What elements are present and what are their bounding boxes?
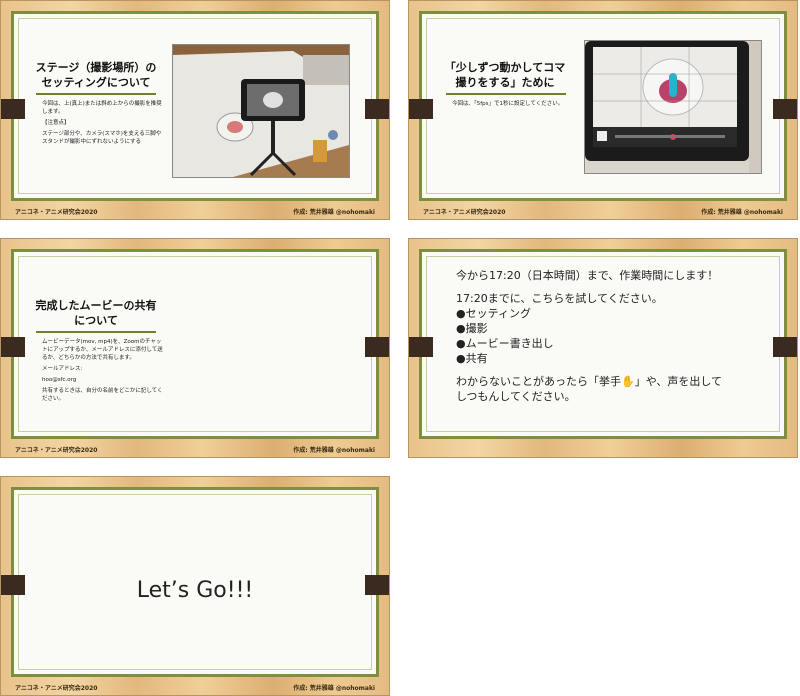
slide-3-body-line: メールアドレス:	[42, 366, 83, 372]
slide-3-body: ムービーデータ(mov, mp4)を、Zoomのチャットにアップするか、メールア…	[42, 338, 166, 406]
slide-5-title: Let’s Go!!!	[136, 578, 254, 603]
slide-4-thumbnail[interactable]: 今から17:20（日本時間）まで、作業時間にします！ 17:20までに、こちらを…	[408, 238, 798, 458]
slide-2-thumbnail[interactable]: 「少しずつ動かしてコマ 撮りをする」ために 今回は、「5fps」で1秒に設定して…	[408, 0, 798, 220]
slide-5-footer-left: アニコネ・アニメ研究会2020	[15, 685, 98, 692]
slide-5-clip-left	[1, 575, 25, 595]
slide-2-footer-left: アニコネ・アニメ研究会2020	[423, 209, 506, 216]
slide-4-line: しつもんしてください。	[456, 390, 576, 403]
slide-1-body-line: 今回は、上(真上)または斜め上からの撮影を推奨します。	[42, 101, 162, 115]
slide-3-title: 完成したムービーの共有 について	[35, 299, 157, 327]
slide-5-footer-right: 作成: 荒井雅雄 @nohomaki	[293, 685, 375, 692]
slide-3-body-line: ムービーデータ(mov, mp4)を、Zoomのチャットにアップするか、メールア…	[42, 339, 163, 361]
slide-4-frame: 今から17:20（日本時間）まで、作業時間にします！ 17:20までに、こちらを…	[419, 249, 787, 439]
slide-3-body-line: hoo@sfc.org	[42, 377, 77, 383]
slide-4-clip-left	[409, 337, 433, 357]
slide-1-clip-right	[365, 99, 389, 119]
slide-4-line: ●共有	[456, 352, 488, 365]
slide-3-frame: 完成したムービーの共有 について ムービーデータ(mov, mp4)を、Zoom…	[11, 249, 379, 439]
slide-2-title: 「少しずつ動かしてコマ 撮りをする」ために	[444, 61, 566, 89]
slide-2-footer-right: 作成: 荒井雅雄 @nohomaki	[701, 209, 783, 216]
slide-1-clip-left	[1, 99, 25, 119]
slide-4-line: わからないことがあったら「挙手✋」や、声を出して	[456, 375, 723, 388]
slide-2-body-line: 今回は、「5fps」で1秒に設定してください。	[452, 101, 564, 107]
slide-2-title-rule	[446, 93, 566, 95]
slide-5-clip-right	[365, 575, 389, 595]
slide-2-frame: 「少しずつ動かしてコマ 撮りをする」ために 今回は、「5fps」で1秒に設定して…	[419, 11, 787, 201]
slide-1-body-line: ステージ部分や、カメラ(スマホ)を支える三脚やスタンドが撮影中にずれないようにす…	[42, 131, 162, 145]
slide-1-footer-left: アニコネ・アニメ研究会2020	[15, 209, 98, 216]
slide-3-title-rule	[36, 331, 156, 333]
slide-3-body-line: 共有するときは、自分の名前をどこかに記してください。	[42, 388, 163, 402]
slide-3-footer-right: 作成: 荒井雅雄 @nohomaki	[293, 447, 375, 454]
slide-4-line	[456, 366, 776, 374]
slide-3-clip-right	[365, 337, 389, 357]
slide-1-footer-right: 作成: 荒井雅雄 @nohomaki	[293, 209, 375, 216]
slide-1-frame: ステージ（撮影場所）の セッティングについて 今回は、上(真上)または斜め上から…	[11, 11, 379, 201]
slide-1-body-line: 【注意点】	[42, 120, 70, 126]
slide-2-clip-left	[409, 99, 433, 119]
slide-4-text: 今から17:20（日本時間）まで、作業時間にします！ 17:20までに、こちらを…	[456, 268, 776, 404]
slide-2-clip-right	[773, 99, 797, 119]
slide-3-clip-left	[1, 337, 25, 357]
slide-1-body: 今回は、上(真上)または斜め上からの撮影を推奨します。 【注意点】 ステージ部分…	[42, 100, 162, 149]
slide-1-title-rule	[36, 93, 156, 95]
slide-4-line: ●撮影	[456, 322, 488, 335]
slide-4-line: 今から17:20（日本時間）まで、作業時間にします！	[456, 269, 719, 282]
slide-4-line	[456, 283, 776, 291]
slide-2-body: 今回は、「5fps」で1秒に設定してください。	[452, 100, 570, 111]
slide-4-clip-right	[773, 337, 797, 357]
slide-4-line: 17:20までに、こちらを試してください。	[456, 292, 663, 305]
tablet-camera-app-photo	[584, 40, 762, 174]
slide-5-thumbnail[interactable]: Let’s Go!!! アニコネ・アニメ研究会2020 作成: 荒井雅雄 @no…	[0, 476, 390, 696]
slide-1-title: ステージ（撮影場所）の セッティングについて	[35, 61, 157, 89]
slide-3-thumbnail[interactable]: 完成したムービーの共有 について ムービーデータ(mov, mp4)を、Zoom…	[0, 238, 390, 458]
stage-setup-photo	[172, 44, 350, 178]
slide-4-line: ●セッティング	[456, 307, 531, 320]
slide-5-frame: Let’s Go!!!	[11, 487, 379, 677]
slide-3-footer-left: アニコネ・アニメ研究会2020	[15, 447, 98, 454]
slide-4-line: ●ムービー書き出し	[456, 337, 554, 350]
slide-1-thumbnail[interactable]: ステージ（撮影場所）の セッティングについて 今回は、上(真上)または斜め上から…	[0, 0, 390, 220]
